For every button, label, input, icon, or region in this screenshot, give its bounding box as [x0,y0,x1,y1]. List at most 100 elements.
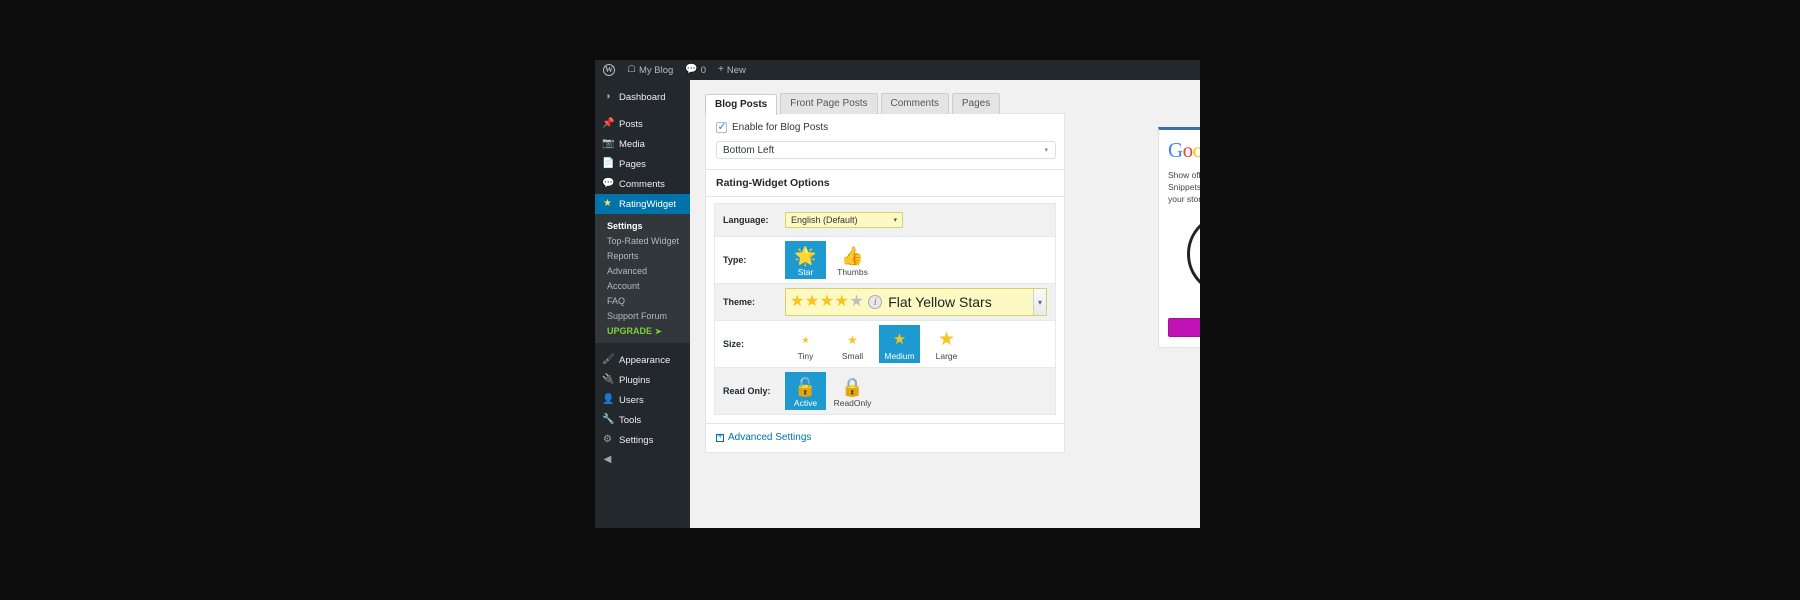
tab-comments[interactable]: Comments [880,93,949,114]
submenu-item-advanced[interactable]: Advanced [595,263,690,278]
size-choice-large[interactable]: ★ Large [926,325,967,363]
size-choices: ★ Tiny ★ Small ★ Medium ★ Large [785,325,967,363]
row-theme: Theme: ★★★★★ i Flat Yellow Stars ▾ [714,284,1056,321]
wp-logo-menu[interactable]: W [595,60,621,80]
comment-bubble-icon: 💬 [602,178,615,189]
advanced-settings-row: Advanced Settings [706,423,1064,452]
screenshot-stage: W ☖ My Blog 💬 0 + New ◑ Dashboard 📌 Post… [0,0,1800,600]
theme-select-value: Flat Yellow Stars [888,294,992,310]
pin-icon: 📌 [602,118,615,129]
sidebar-item-pages[interactable]: 📄 Pages [595,154,690,174]
size-choice-label: Medium [884,351,915,361]
position-select[interactable]: Bottom Left ▾ [716,141,1056,159]
site-name-label: My Blog [638,64,674,76]
plus-icon: + [718,64,724,75]
media-icon: 📷 [602,138,615,149]
position-select-value: Bottom Left [723,144,775,156]
enable-checkbox-row[interactable]: Enable for Blog Posts [716,121,1054,134]
sidebar-item-comments[interactable]: 💬 Comments [595,174,690,194]
tab-front-page-posts[interactable]: Front Page Posts [780,93,878,114]
size-choice-tiny[interactable]: ★ Tiny [785,325,826,363]
comments-count: 0 [700,64,707,76]
settings-panel: Enable for Blog Posts Bottom Left ▾ Rati… [705,113,1065,453]
theme-select[interactable]: ★★★★★ i Flat Yellow Stars ▾ [785,288,1047,316]
sidebar-item-appearance[interactable]: 🖌 Appearance [595,350,690,370]
upgrade-label: UPGRADE [607,325,653,336]
type-choice-label: Thumbs [837,267,868,277]
wordpress-logo-icon: W [603,64,615,76]
readonly-choices: 🔓 Active 🔒 ReadOnly [785,372,873,410]
readonly-choice-active[interactable]: 🔓 Active [785,372,826,410]
arrow-right-icon: ➤ [655,326,662,336]
star-icon: ★ [847,333,858,347]
sidebar-item-label: Comments [619,178,665,190]
sidebar-item-posts[interactable]: 📌 Posts [595,114,690,134]
size-choice-label: Tiny [797,351,814,361]
sidebar-item-media[interactable]: 📷 Media [595,134,690,154]
sidebar-item-label: Settings [619,434,654,446]
chevron-down-icon: ▾ [893,217,897,224]
sidebar-item-label: Appearance [619,354,671,366]
tab-blog-posts[interactable]: Blog Posts [705,94,778,115]
readonly-choice-label: ReadOnly [833,398,872,408]
comment-bubble-icon: 💬 [685,64,698,75]
star-badge-icon: ★ [603,198,612,209]
submenu-item-upgrade[interactable]: UPGRADE ➤ [595,323,690,338]
submenu-item-reports[interactable]: Reports [595,248,690,263]
new-content-menu[interactable]: + New [712,60,752,80]
collapse-icon: ◀ [603,454,612,465]
advanced-settings-link[interactable]: Advanced Settings [716,431,1054,443]
language-select[interactable]: English (Default) ▾ [785,212,903,228]
sidebar-item-label: Posts [619,118,643,130]
row-size: Size: ★ Tiny ★ Small ★ Medium ★ Large [714,321,1056,368]
expand-plus-icon [716,431,724,442]
sidebar-item-settings[interactable]: ⚙ Settings [595,430,690,450]
theme-preview-stars: ★★★★★ [790,293,865,310]
browser-viewport: W ☖ My Blog 💬 0 + New ◑ Dashboard 📌 Post… [595,60,1200,528]
admin-sidebar: ◑ Dashboard 📌 Posts 📷 Media 📄 Pages 💬 Co… [595,80,697,528]
promo-ad-panel[interactable]: Google Show off your Google Rich Snippet… [1158,127,1200,348]
language-label: Language: [723,215,769,225]
sidebar-item-collapse[interactable]: ◀ [595,450,690,470]
type-choice-thumbs[interactable]: 👍 Thumbs [832,241,873,279]
sidebar-item-label: Plugins [619,374,651,386]
enable-checkbox[interactable] [716,121,727,134]
size-choice-medium[interactable]: ★ Medium [879,325,920,363]
size-choice-label: Large [935,351,958,361]
row-type: Type: 🌟 Star 👍 Thumbs [714,237,1056,284]
plug-icon: 🔌 [602,374,615,385]
submenu-item-account[interactable]: Account [595,278,690,293]
submenu-item-settings[interactable]: Settings [595,218,690,233]
site-name-menu[interactable]: ☖ My Blog [621,60,679,80]
type-choices: 🌟 Star 👍 Thumbs [785,241,873,279]
magnifying-glass-icon [1187,213,1200,295]
comments-bubble[interactable]: 💬 0 [679,60,712,80]
shooting-star-icon: 🌟 [794,246,817,266]
star-icon: ★ [801,335,810,345]
sidebar-item-dashboard[interactable]: ◑ Dashboard [595,87,690,107]
submenu-item-faq[interactable]: FAQ [595,293,690,308]
size-choice-label: Small [841,351,864,361]
enable-checkbox-label: Enable for Blog Posts [732,122,829,133]
sidebar-item-tools[interactable]: 🔧 Tools [595,410,690,430]
sidebar-item-plugins[interactable]: 🔌 Plugins [595,370,690,390]
brush-icon: 🖌 [602,354,615,365]
tab-pages[interactable]: Pages [951,93,1001,114]
locked-padlock-icon: 🔒 [841,377,864,397]
size-choice-small[interactable]: ★ Small [832,325,873,363]
theme-select-scrollbar[interactable]: ▾ [1033,289,1046,315]
readonly-choice-readonly[interactable]: 🔒 ReadOnly [832,372,873,410]
promo-ad-cta-button[interactable] [1168,318,1200,337]
sidebar-item-users[interactable]: 👤 Users [595,390,690,410]
ratingwidget-submenu: Settings Top-Rated Widget Reports Advanc… [595,214,690,343]
submenu-item-support-forum[interactable]: Support Forum [595,308,690,323]
type-label: Type: [723,255,747,265]
enable-section: Enable for Blog Posts Bottom Left ▾ [706,114,1064,169]
theme-label: Theme: [723,297,756,307]
sidebar-item-ratingwidget[interactable]: ★ RatingWidget [595,194,697,214]
type-choice-label: Star [797,267,814,277]
settings-tabs: Blog Posts Front Page Posts Comments Pag… [705,90,1200,115]
submenu-item-top-rated-widget[interactable]: Top-Rated Widget [595,233,690,248]
type-choice-star[interactable]: 🌟 Star [785,241,826,279]
page-icon: 📄 [602,158,615,169]
